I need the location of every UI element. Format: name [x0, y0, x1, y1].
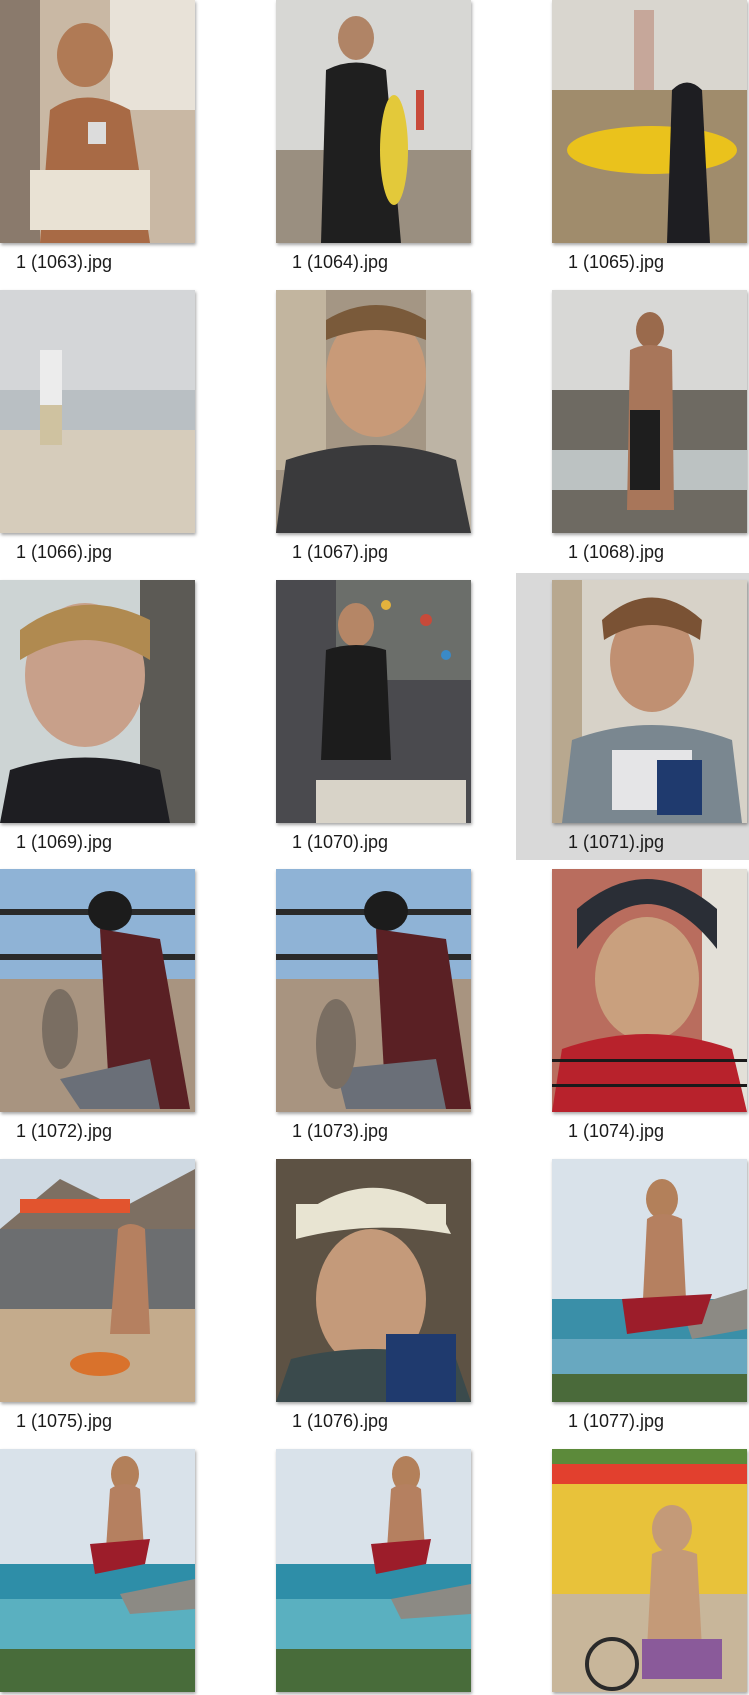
- file-tile[interactable]: 1 (1067).jpg: [240, 290, 480, 580]
- photo-thumbnail-icon: [0, 1159, 195, 1402]
- file-grid: 1 (1063).jpg 1 (1064).jpg 1 (1065).jpg 1…: [0, 0, 749, 1695]
- file-name-label: 1 (1063).jpg: [15, 252, 113, 272]
- file-tile[interactable]: 1 (1065).jpg: [516, 0, 749, 290]
- file-tile[interactable]: 1 (1077).jpg: [516, 1159, 749, 1449]
- file-tile[interactable]: 1 (1068).jpg: [516, 290, 749, 580]
- file-tile[interactable]: 1 (1066).jpg: [0, 290, 204, 580]
- photo-thumbnail-icon: [276, 1449, 471, 1692]
- photo-thumbnail-icon: [0, 1449, 195, 1692]
- file-name-label: 1 (1075).jpg: [15, 1411, 113, 1431]
- photo-thumbnail-icon: [552, 869, 747, 1112]
- file-tile[interactable]: 1 (1075).jpg: [0, 1159, 204, 1449]
- file-name-label: 1 (1076).jpg: [291, 1411, 389, 1431]
- file-tile[interactable]: [240, 1449, 480, 1695]
- photo-thumbnail-icon: [276, 1159, 471, 1402]
- file-tile[interactable]: [516, 1449, 749, 1695]
- photo-thumbnail-icon: [552, 1159, 747, 1402]
- file-name-label: 1 (1067).jpg: [291, 542, 389, 562]
- photo-thumbnail-icon: [552, 290, 747, 533]
- file-name-label: 1 (1077).jpg: [567, 1411, 665, 1431]
- file-name-label: 1 (1073).jpg: [291, 1121, 389, 1141]
- file-tile[interactable]: 1 (1063).jpg: [0, 0, 204, 290]
- file-tile[interactable]: [0, 1449, 204, 1695]
- file-tile[interactable]: 1 (1070).jpg: [240, 580, 480, 870]
- photo-thumbnail-icon: [552, 580, 747, 823]
- photo-thumbnail-icon: [552, 1449, 747, 1692]
- file-tile[interactable]: 1 (1069).jpg: [0, 580, 204, 870]
- photo-thumbnail-icon: [0, 290, 195, 533]
- photo-thumbnail-icon: [276, 580, 471, 823]
- file-name-label: 1 (1071).jpg: [567, 832, 665, 852]
- file-name-label: 1 (1069).jpg: [15, 832, 113, 852]
- photo-thumbnail-icon: [0, 869, 195, 1112]
- file-name-label: 1 (1072).jpg: [15, 1121, 113, 1141]
- file-tile-selected[interactable]: 1 (1071).jpg: [516, 573, 749, 860]
- file-name-label: 1 (1074).jpg: [567, 1121, 665, 1141]
- file-name-label: 1 (1066).jpg: [15, 542, 113, 562]
- file-tile[interactable]: 1 (1072).jpg: [0, 869, 204, 1159]
- file-tile[interactable]: 1 (1064).jpg: [240, 0, 480, 290]
- photo-thumbnail-icon: [276, 0, 471, 243]
- file-name-label: 1 (1064).jpg: [291, 252, 389, 272]
- file-tile[interactable]: 1 (1073).jpg: [240, 869, 480, 1159]
- photo-thumbnail-icon: [276, 869, 471, 1112]
- file-name-label: 1 (1068).jpg: [567, 542, 665, 562]
- photo-thumbnail-icon: [552, 0, 747, 243]
- file-name-label: 1 (1070).jpg: [291, 832, 389, 852]
- photo-thumbnail-icon: [0, 580, 195, 823]
- photo-thumbnail-icon: [0, 0, 195, 243]
- file-tile[interactable]: 1 (1074).jpg: [516, 869, 749, 1159]
- photo-thumbnail-icon: [276, 290, 471, 533]
- file-tile[interactable]: 1 (1076).jpg: [240, 1159, 480, 1449]
- file-name-label: 1 (1065).jpg: [567, 252, 665, 272]
